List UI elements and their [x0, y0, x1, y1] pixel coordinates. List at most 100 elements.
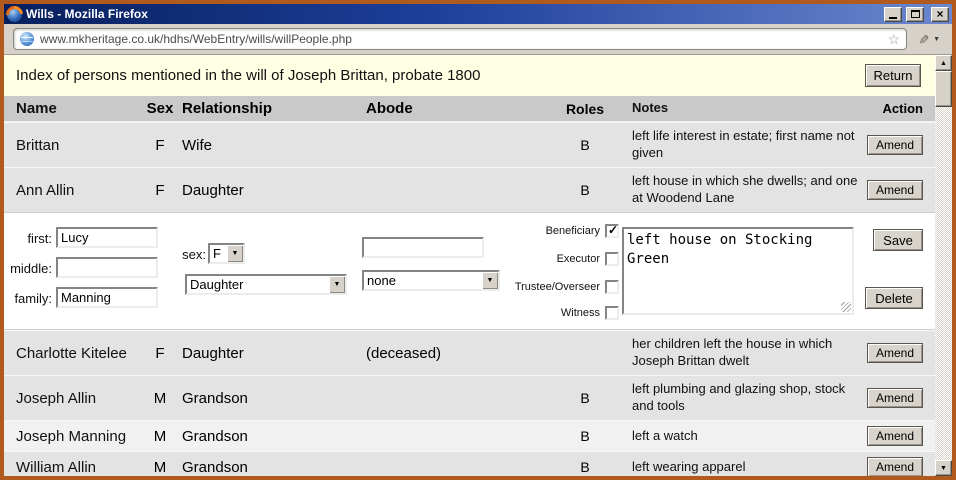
person-name: Ann Allin: [4, 182, 144, 199]
person-roles: B: [544, 390, 626, 406]
amend-button[interactable]: Amend: [867, 135, 923, 155]
navigation-toolbar: www.mkheritage.co.uk/hdhs/WebEntry/wills…: [4, 24, 952, 55]
person-sex: M: [144, 459, 176, 476]
tools-icon: ✎: [917, 34, 930, 45]
chevron-down-icon[interactable]: ▼: [329, 276, 345, 293]
scroll-up-button[interactable]: ▲: [935, 55, 952, 71]
person-name: Joseph Allin: [4, 390, 144, 407]
person-notes: left life interest in estate; first name…: [626, 128, 866, 162]
person-sex: F: [144, 345, 176, 362]
amend-button[interactable]: Amend: [867, 457, 923, 476]
relationship-select-value: Daughter: [187, 276, 329, 293]
role-executor: Executor: [557, 251, 619, 266]
person-relationship: Wife: [176, 137, 360, 154]
relationship-select[interactable]: Daughter ▼: [185, 274, 347, 295]
person-relationship: Daughter: [176, 345, 360, 362]
middle-name-input[interactable]: [56, 257, 158, 278]
scrollbar-track[interactable]: [935, 107, 952, 460]
witness-label: Witness: [561, 307, 600, 319]
page: Index of persons mentioned in the will o…: [4, 55, 935, 476]
window-title: Wills - Mozilla Firefox: [26, 7, 880, 21]
edit-person-row: first: middle: family: sex: F ▼ Daughter…: [4, 212, 935, 330]
table-row: William Allin M Grandson B left wearing …: [4, 451, 935, 476]
url-bar[interactable]: www.mkheritage.co.uk/hdhs/WebEntry/wills…: [13, 28, 907, 50]
executor-checkbox[interactable]: [605, 252, 619, 266]
person-sex: F: [144, 137, 176, 154]
family-name-label: family:: [4, 291, 52, 306]
titlebar[interactable]: Wills - Mozilla Firefox ×: [4, 4, 952, 24]
table-row: Charlotte Kitelee F Daughter (deceased) …: [4, 330, 935, 375]
minimize-button[interactable]: [884, 7, 902, 22]
amend-button[interactable]: Amend: [867, 180, 923, 200]
amend-button[interactable]: Amend: [867, 426, 923, 446]
role-beneficiary: Beneficiary: [546, 223, 619, 238]
witness-checkbox[interactable]: [605, 306, 619, 320]
table-row: Brittan F Wife B left life interest in e…: [4, 122, 935, 167]
notes-textarea[interactable]: [622, 227, 854, 315]
return-button[interactable]: Return: [865, 64, 921, 87]
resize-grip-icon[interactable]: [841, 302, 851, 312]
chevron-down-icon[interactable]: ▼: [482, 272, 498, 289]
middle-name-label: middle:: [4, 261, 52, 276]
header-roles: Roles: [544, 101, 626, 117]
sex-select-value: F: [210, 245, 227, 262]
chevron-down-icon: ▼: [933, 36, 940, 43]
amend-button[interactable]: Amend: [867, 388, 923, 408]
beneficiary-label: Beneficiary: [546, 225, 600, 237]
firefox-icon: [7, 7, 22, 22]
executor-label: Executor: [557, 253, 600, 265]
person-notes: her children left the house in which Jos…: [626, 336, 866, 370]
first-name-input[interactable]: [56, 227, 158, 248]
role-trustee-overseer: Trustee/Overseer: [515, 279, 619, 294]
close-icon: ×: [936, 8, 943, 20]
up-arrow-icon: ▲: [940, 60, 947, 67]
sex-select[interactable]: F ▼: [208, 243, 245, 264]
bookmark-star-icon[interactable]: ☆: [888, 32, 901, 46]
amend-button[interactable]: Amend: [867, 343, 923, 363]
tools-menu-button[interactable]: ✎ ▼: [915, 31, 943, 48]
person-name: Charlotte Kitelee: [4, 345, 144, 362]
table-header-row: Name Sex Relationship Abode Roles Notes …: [4, 96, 935, 122]
abode-input[interactable]: [362, 237, 484, 258]
family-name-input[interactable]: [56, 287, 158, 308]
person-roles: B: [544, 428, 626, 444]
close-button[interactable]: ×: [931, 7, 949, 22]
person-name: Brittan: [4, 137, 144, 154]
person-name: Joseph Manning: [4, 428, 144, 445]
beneficiary-checkbox[interactable]: [605, 224, 619, 238]
person-relationship: Grandson: [176, 390, 360, 407]
person-sex: F: [144, 182, 176, 199]
header-notes: Notes: [626, 100, 866, 117]
maximize-icon: [911, 10, 920, 18]
table-row: Joseph Allin M Grandson B left plumbing …: [4, 375, 935, 420]
save-button[interactable]: Save: [873, 229, 923, 251]
person-relationship: Grandson: [176, 428, 360, 445]
person-sex: M: [144, 390, 176, 407]
person-roles: B: [544, 459, 626, 475]
content-area: Index of persons mentioned in the will o…: [4, 55, 952, 476]
down-arrow-icon: ▼: [940, 465, 947, 472]
scroll-down-button[interactable]: ▼: [935, 460, 952, 476]
person-roles: B: [544, 137, 626, 153]
role-witness: Witness: [561, 305, 619, 320]
delete-button[interactable]: Delete: [865, 287, 923, 309]
notes-field-wrap: [622, 227, 854, 315]
header-action: Action: [866, 101, 935, 116]
table-row: Joseph Manning M Grandson B left a watch…: [4, 420, 935, 451]
sex-label: sex:: [156, 247, 206, 262]
abode-select[interactable]: none ▼: [362, 270, 500, 291]
trustee-overseer-checkbox[interactable]: [605, 280, 619, 294]
heading-band: Index of persons mentioned in the will o…: [4, 55, 935, 96]
person-notes: left a watch: [626, 428, 866, 445]
person-sex: M: [144, 428, 176, 445]
chevron-down-icon[interactable]: ▼: [227, 245, 243, 262]
maximize-button[interactable]: [906, 7, 924, 22]
scrollbar-thumb[interactable]: [935, 71, 952, 107]
person-relationship: Daughter: [176, 182, 360, 199]
table-row: Ann Allin F Daughter B left house in whi…: [4, 167, 935, 212]
person-abode: (deceased): [360, 345, 544, 362]
vertical-scrollbar[interactable]: ▲ ▼: [935, 55, 952, 476]
person-notes: left house in which she dwells; and one …: [626, 173, 866, 207]
abode-select-value: none: [364, 272, 482, 289]
page-title: Index of persons mentioned in the will o…: [16, 67, 480, 84]
